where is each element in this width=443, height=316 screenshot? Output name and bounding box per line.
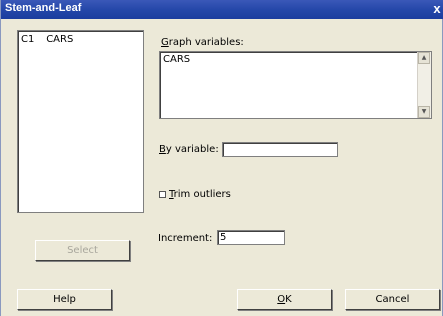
title-bar: Stem-and-Leaf x: [1, 0, 443, 19]
variable-name: CARS: [46, 34, 74, 45]
select-button[interactable]: Select: [35, 240, 130, 261]
variable-list[interactable]: C1 CARS: [17, 30, 144, 213]
by-variable-input[interactable]: [222, 142, 338, 157]
graph-variables-scrollbar[interactable]: ▲ ▼: [417, 52, 431, 118]
dialog-title: Stem-and-Leaf: [5, 2, 82, 14]
graph-variables-input[interactable]: CARS ▲ ▼: [159, 51, 432, 119]
list-item[interactable]: C1 CARS: [21, 34, 73, 45]
scroll-up-icon[interactable]: ▲: [418, 52, 430, 64]
cancel-button[interactable]: Cancel: [345, 289, 440, 310]
by-variable-label: By variable:: [159, 144, 219, 155]
stem-and-leaf-dialog: Stem-and-Leaf x C1 CARS Graph variables:…: [0, 0, 443, 316]
variable-column-id: C1: [21, 34, 35, 45]
ok-button[interactable]: OK: [237, 289, 332, 310]
increment-label: Increment:: [158, 233, 213, 244]
help-button[interactable]: Help: [17, 289, 112, 310]
trim-outliers-label[interactable]: Trim outliers: [169, 189, 231, 200]
trim-outliers-checkbox[interactable]: [159, 191, 166, 198]
increment-input[interactable]: [217, 230, 285, 245]
scroll-down-icon[interactable]: ▼: [418, 106, 430, 118]
close-icon[interactable]: x: [430, 1, 443, 17]
graph-variables-value: CARS: [163, 54, 191, 65]
graph-variables-label: Graph variables:: [161, 37, 244, 48]
